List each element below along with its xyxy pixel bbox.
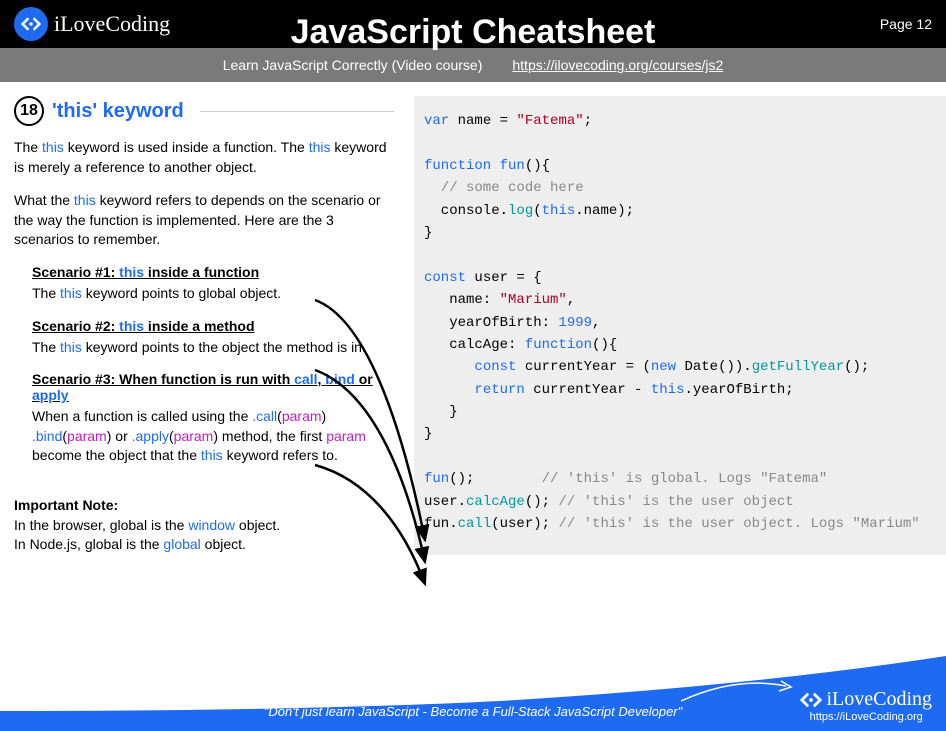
footer-url[interactable]: https://iLoveCoding.org (800, 711, 932, 723)
intro-para-1: The this keyword is used inside a functi… (14, 138, 394, 177)
page-title: JavaScript Cheatsheet (291, 13, 656, 52)
subtitle: Learn JavaScript Correctly (Video course… (223, 57, 483, 73)
left-column: 18 'this' keyword The this keyword is us… (14, 96, 414, 555)
important-note: Important Note: In the browser, global i… (14, 496, 394, 555)
section-title: 'this' keyword (52, 100, 184, 123)
scenario-1-body: The this keyword points to global object… (32, 284, 394, 304)
scenario-2-body: The this keyword points to the object th… (32, 338, 394, 358)
footer-brand: iLoveCoding https://iLoveCoding.org (800, 688, 932, 723)
important-label: Important Note: (14, 496, 394, 516)
course-link[interactable]: https://ilovecoding.org/courses/js2 (512, 57, 723, 73)
scenario-1-title: Scenario #1: this inside a function (32, 264, 394, 280)
header-sub: Learn JavaScript Correctly (Video course… (0, 48, 946, 82)
footer-tagline: "Don't just learn JavaScript - Become a … (264, 704, 683, 719)
scenario-3-body: When a function is called using the .cal… (32, 407, 394, 466)
header-top: iLoveCoding JavaScript Cheatsheet Page 1… (0, 0, 946, 48)
page-number: Page 12 (880, 16, 932, 32)
scenario-3-title: Scenario #3: When function is run with c… (32, 371, 394, 403)
footer-logo-icon (800, 689, 822, 711)
scenario-1: Scenario #1: this inside a function The … (14, 264, 394, 304)
logo-icon (14, 7, 48, 41)
section-number-badge: 18 (14, 96, 44, 126)
main-content: 18 'this' keyword The this keyword is us… (0, 82, 946, 555)
scenario-2: Scenario #2: this inside a method The th… (14, 318, 394, 358)
footer-brand-text: iLoveCoding (826, 688, 932, 711)
brand-text: iLoveCoding (54, 11, 170, 37)
scenario-2-title: Scenario #2: this inside a method (32, 318, 394, 334)
code-block: var name = "Fatema"; function fun(){ // … (414, 96, 946, 555)
intro-para-2: What the this keyword refers to depends … (14, 191, 394, 250)
section-divider (200, 111, 394, 112)
logo-wrap: iLoveCoding (14, 7, 170, 41)
scenario-3: Scenario #3: When function is run with c… (14, 371, 394, 466)
section-header: 18 'this' keyword (14, 96, 394, 126)
